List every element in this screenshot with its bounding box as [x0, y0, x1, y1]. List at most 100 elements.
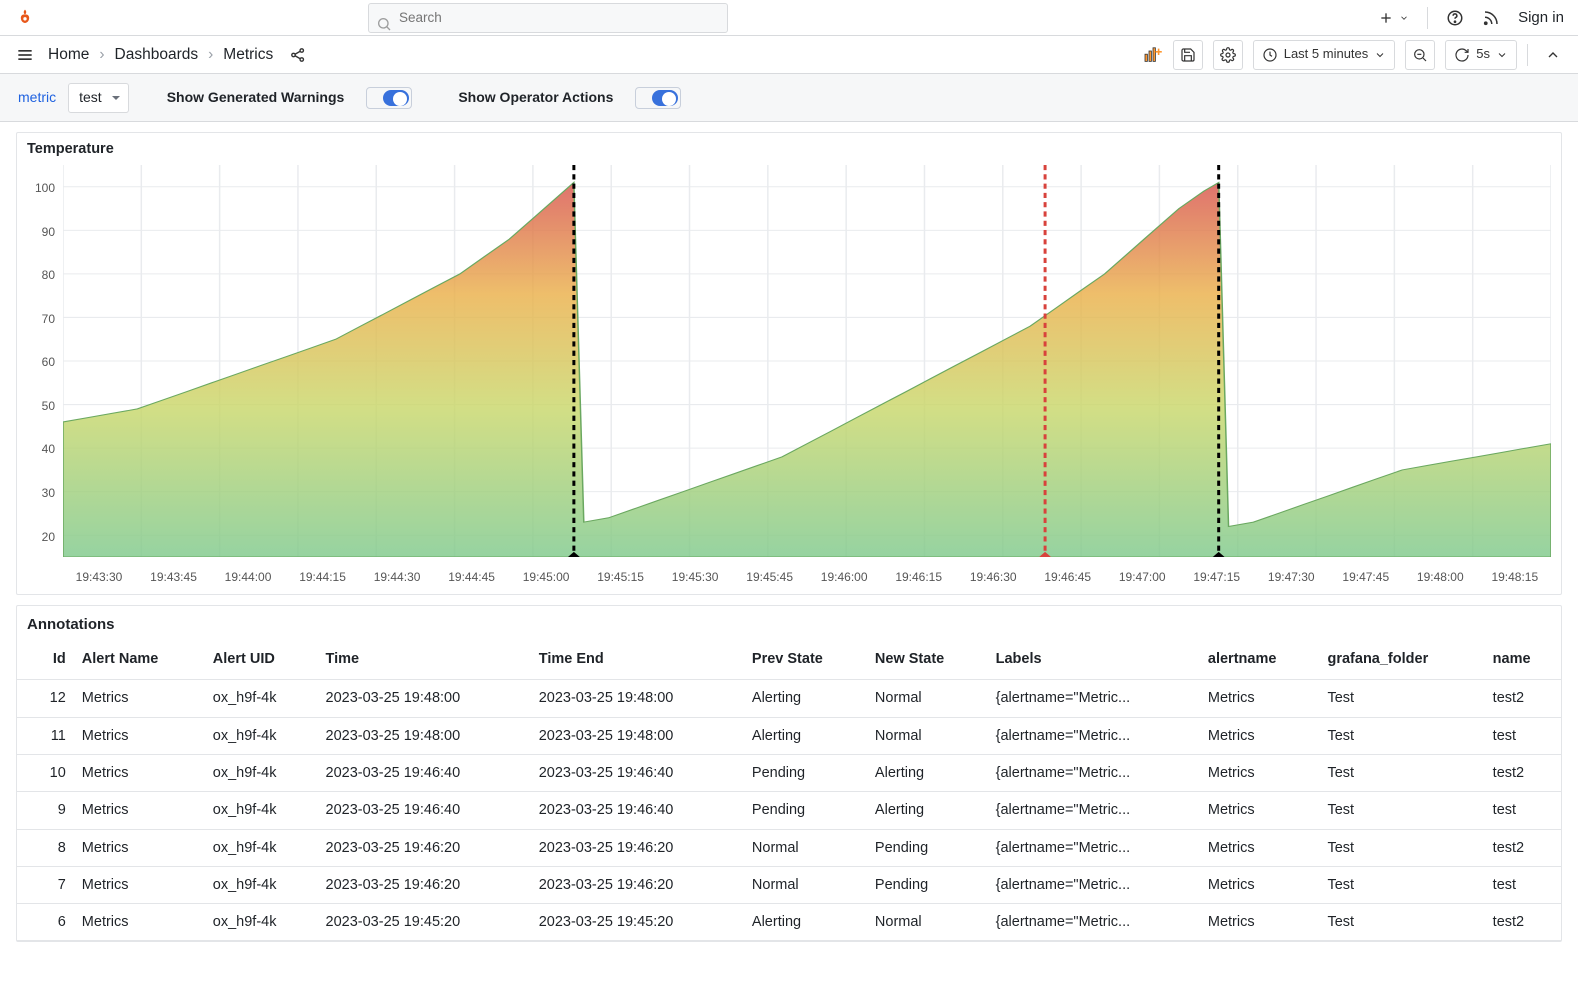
cell-alert_name: Metrics — [74, 904, 205, 941]
cell-prev_state: Alerting — [744, 904, 867, 941]
table-row[interactable]: 12Metricsox_h9f-4k2023-03-25 19:48:00202… — [17, 680, 1561, 717]
column-header[interactable]: Alert Name — [74, 639, 205, 680]
temperature-panel: Temperature 2030405060708090100 19:43:30… — [16, 132, 1562, 595]
column-header[interactable]: Prev State — [744, 639, 867, 680]
table-header-row: IdAlert NameAlert UIDTimeTime EndPrev St… — [17, 639, 1561, 680]
toggle-warnings[interactable] — [366, 87, 412, 109]
share-icon — [289, 46, 307, 64]
search-input[interactable] — [368, 3, 728, 33]
cell-grafana_folder: Test — [1319, 829, 1484, 866]
toggle-warnings-label: Show Generated Warnings — [167, 88, 345, 108]
column-header[interactable]: Id — [17, 639, 74, 680]
add-panel-button[interactable] — [1143, 47, 1163, 63]
cell-labels: {alertname="Metric... — [988, 904, 1200, 941]
cell-alert_uid: ox_h9f-4k — [205, 717, 318, 754]
add-menu[interactable] — [1378, 10, 1409, 26]
zoom-out-icon — [1412, 47, 1428, 63]
table-row[interactable]: 6Metricsox_h9f-4k2023-03-25 19:45:202023… — [17, 904, 1561, 941]
cell-alert_uid: ox_h9f-4k — [205, 754, 318, 791]
cell-labels: {alertname="Metric... — [988, 717, 1200, 754]
x-tick-label: 19:46:00 — [808, 569, 880, 586]
cell-name: test — [1485, 717, 1561, 754]
cell-new_state: Normal — [867, 904, 988, 941]
cell-name: test2 — [1485, 829, 1561, 866]
cell-prev_state: Pending — [744, 754, 867, 791]
y-tick-label: 80 — [23, 267, 55, 284]
plus-icon — [1378, 10, 1394, 26]
cell-alertname: Metrics — [1200, 792, 1320, 829]
cell-time_end: 2023-03-25 19:46:40 — [531, 754, 744, 791]
cell-id: 9 — [17, 792, 74, 829]
grafana-logo-icon[interactable] — [14, 7, 36, 29]
cell-alert_name: Metrics — [74, 680, 205, 717]
clock-icon — [1262, 47, 1278, 63]
cell-labels: {alertname="Metric... — [988, 866, 1200, 903]
cell-prev_state: Alerting — [744, 717, 867, 754]
variables-row: metric test Show Generated Warnings Show… — [0, 74, 1578, 122]
cell-alert_name: Metrics — [74, 754, 205, 791]
cell-time_end: 2023-03-25 19:46:40 — [531, 792, 744, 829]
column-header[interactable]: name — [1485, 639, 1561, 680]
refresh-interval-label: 5s — [1476, 45, 1490, 63]
crumb-dashboards[interactable]: Dashboards — [115, 44, 199, 66]
cell-alertname: Metrics — [1200, 717, 1320, 754]
chart-area[interactable]: 2030405060708090100 — [17, 165, 1561, 565]
column-header[interactable]: alertname — [1200, 639, 1320, 680]
y-tick-label: 20 — [23, 529, 55, 546]
time-range-picker[interactable]: Last 5 minutes — [1253, 40, 1396, 70]
chart-svg — [63, 165, 1551, 557]
settings-button[interactable] — [1213, 40, 1243, 70]
column-header[interactable]: grafana_folder — [1319, 639, 1484, 680]
x-tick-label: 19:45:30 — [659, 569, 731, 586]
x-tick-label: 19:47:00 — [1106, 569, 1178, 586]
divider — [1427, 7, 1428, 29]
chevron-up-icon — [1545, 47, 1561, 63]
chevron-down-icon — [1399, 13, 1409, 23]
zoom-out-button[interactable] — [1405, 40, 1435, 70]
panel-title[interactable]: Temperature — [17, 133, 1561, 165]
cell-id: 12 — [17, 680, 74, 717]
table-row[interactable]: 8Metricsox_h9f-4k2023-03-25 19:46:202023… — [17, 829, 1561, 866]
x-tick-label: 19:44:30 — [361, 569, 433, 586]
cell-alertname: Metrics — [1200, 754, 1320, 791]
cell-name: test — [1485, 792, 1561, 829]
cell-time: 2023-03-25 19:46:40 — [318, 792, 531, 829]
rss-icon — [1482, 9, 1500, 27]
share-button[interactable] — [289, 46, 307, 64]
hamburger-icon — [15, 45, 35, 65]
cell-alert_name: Metrics — [74, 866, 205, 903]
column-header[interactable]: Time — [318, 639, 531, 680]
column-header[interactable]: Alert UID — [205, 639, 318, 680]
cell-new_state: Pending — [867, 866, 988, 903]
x-tick-label: 19:46:30 — [957, 569, 1029, 586]
column-header[interactable]: Labels — [988, 639, 1200, 680]
cell-alert_uid: ox_h9f-4k — [205, 904, 318, 941]
refresh-picker[interactable]: 5s — [1445, 40, 1517, 70]
cell-alert_uid: ox_h9f-4k — [205, 866, 318, 903]
cell-new_state: Alerting — [867, 792, 988, 829]
kiosk-button[interactable] — [1538, 40, 1568, 70]
signin-link[interactable]: Sign in — [1518, 7, 1564, 28]
help-button[interactable] — [1446, 9, 1464, 27]
table-row[interactable]: 10Metricsox_h9f-4k2023-03-25 19:46:40202… — [17, 754, 1561, 791]
table-row[interactable]: 11Metricsox_h9f-4k2023-03-25 19:48:00202… — [17, 717, 1561, 754]
crumb-home[interactable]: Home — [48, 44, 89, 66]
variable-metric-label: metric — [18, 88, 56, 108]
save-button[interactable] — [1173, 40, 1203, 70]
cell-name: test2 — [1485, 754, 1561, 791]
chevron-down-icon — [1374, 49, 1386, 61]
table-row[interactable]: 7Metricsox_h9f-4k2023-03-25 19:46:202023… — [17, 866, 1561, 903]
cell-labels: {alertname="Metric... — [988, 754, 1200, 791]
table-row[interactable]: 9Metricsox_h9f-4k2023-03-25 19:46:402023… — [17, 792, 1561, 829]
cell-time_end: 2023-03-25 19:48:00 — [531, 680, 744, 717]
toggle-operator-label: Show Operator Actions — [458, 88, 613, 108]
column-header[interactable]: Time End — [531, 639, 744, 680]
column-header[interactable]: New State — [867, 639, 988, 680]
news-button[interactable] — [1482, 9, 1500, 27]
variable-metric-select[interactable]: test — [68, 83, 129, 113]
toggle-operator[interactable] — [635, 87, 681, 109]
breadcrumbs: Home › Dashboards › Metrics — [48, 44, 273, 66]
crumb-current[interactable]: Metrics — [223, 44, 273, 66]
nav-menu-button[interactable] — [14, 44, 36, 66]
cell-time_end: 2023-03-25 19:46:20 — [531, 866, 744, 903]
